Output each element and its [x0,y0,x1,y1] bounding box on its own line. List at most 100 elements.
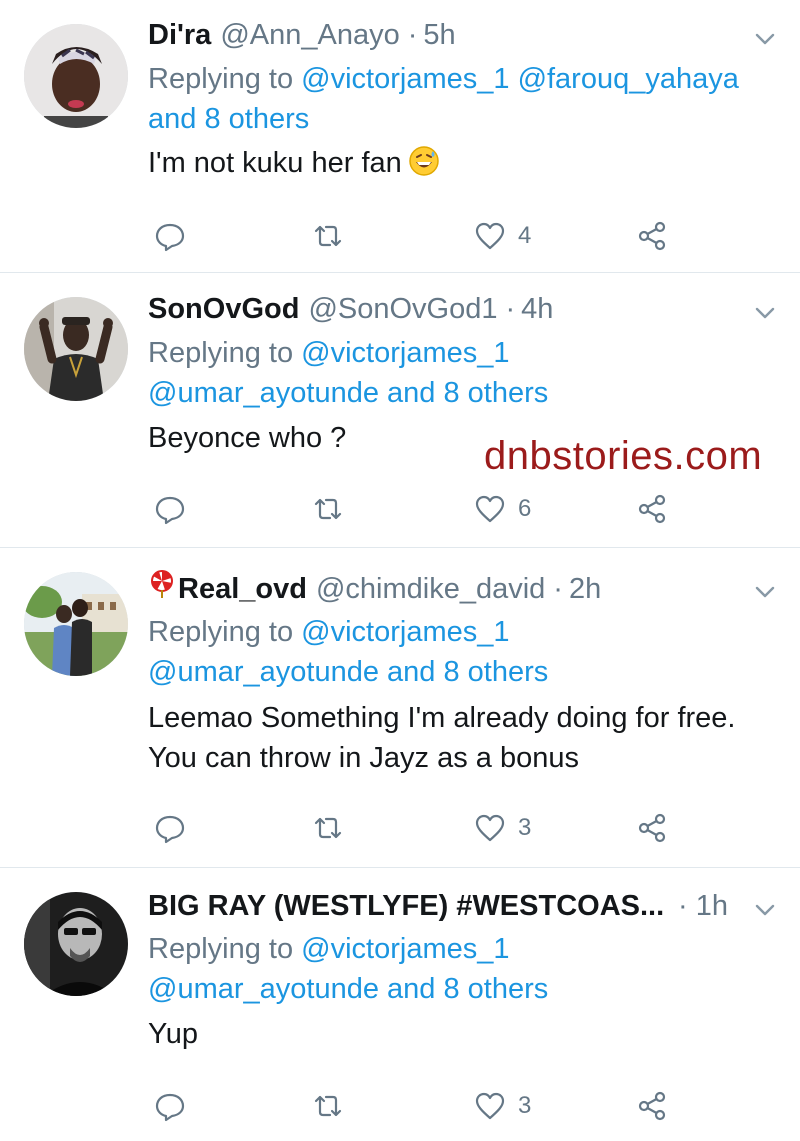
like-count: 3 [518,814,532,841]
retweet-button[interactable] [312,808,344,848]
mention-link[interactable]: @victorjames_1 [301,63,509,95]
display-name[interactable]: SonOvGod [148,291,299,327]
others-link[interactable]: and 8 others [387,973,548,1005]
mention-link[interactable]: @victorjames_1 [301,616,509,648]
heart-icon [475,222,505,250]
reply-icon [155,496,185,525]
tweet-time-group: · 1h [678,888,728,924]
separator: · [505,293,516,325]
share-icon [638,813,666,843]
retweet-icon [314,225,342,247]
like-count: 6 [518,495,532,522]
timestamp[interactable]: 4h [521,291,553,327]
avatar[interactable] [24,24,128,128]
mention-link[interactable]: @umar_ayotunde [148,377,379,409]
avatar[interactable] [24,297,128,401]
reply-button[interactable] [154,808,186,848]
tweet-text: Yup [148,1014,782,1054]
share-icon [638,494,666,524]
tweet-card[interactable]: SonOvGod @SonOvGod1 · 4h Replying to @vi… [0,273,800,548]
tweet-text: Leemao Something I'm already doing for f… [148,698,782,778]
replying-prefix: Replying to [148,616,294,648]
display-name[interactable]: BIG RAY (WESTLYFE) #WESTCOAS... [148,888,664,924]
like-count: 3 [518,1092,532,1119]
user-handle[interactable]: @Ann_Anayo [220,17,399,53]
display-name[interactable]: Di'ra [148,17,211,53]
tweet-text-content: I'm not kuku her fan [148,147,402,179]
heart-icon [475,495,505,523]
avatar[interactable] [24,572,128,676]
chevron-down-icon[interactable] [752,300,778,326]
share-button[interactable] [636,489,668,529]
reply-icon [155,223,185,252]
chevron-down-icon[interactable] [752,26,778,52]
heart-icon [475,1092,505,1120]
mention-link[interactable]: @victorjames_1 [301,933,509,965]
retweet-button[interactable] [312,216,344,256]
retweet-button[interactable] [312,489,344,529]
replying-prefix: Replying to [148,63,294,95]
tweet-card[interactable]: BIG RAY (WESTLYFE) #WESTCOAS... · 1h Rep… [0,868,800,1141]
like-count: 4 [518,222,532,249]
tweet-actions: 3 [0,808,800,848]
retweet-button[interactable] [312,1086,344,1126]
replying-prefix: Replying to [148,337,294,369]
replying-to: Replying to @victorjames_1 @umar_ayotund… [148,929,780,1009]
separator: · [407,19,418,51]
chevron-down-icon[interactable] [752,579,778,605]
pinwheel-emoji [151,570,173,598]
reply-icon [155,815,185,844]
tweet-text: I'm not kuku her fan [148,143,782,183]
user-handle[interactable]: @SonOvGod1 [308,291,497,327]
reply-icon [155,1093,185,1122]
others-link[interactable]: and 8 others [148,103,309,135]
others-link[interactable]: and 8 others [387,377,548,409]
replying-to: Replying to @victorjames_1 @farouq_yahay… [148,59,780,139]
share-icon [638,1091,666,1121]
like-button[interactable]: 4 [474,216,531,256]
tweet-header: SonOvGod @SonOvGod1 · 4h [148,291,740,327]
heart-icon [475,814,505,842]
mention-link[interactable]: @umar_ayotunde [148,973,379,1005]
share-button[interactable] [636,1086,668,1126]
retweet-icon [314,1095,342,1117]
retweet-icon [314,498,342,520]
user-handle[interactable]: @chimdike_david [316,571,545,607]
replying-prefix: Replying to [148,933,294,965]
reply-button[interactable] [154,216,186,256]
replying-to: Replying to @victorjames_1 @umar_ayotund… [148,333,780,413]
tweet-text-line: Leemao Something I'm already doing for f… [148,702,736,734]
avatar[interactable] [24,892,128,996]
display-name[interactable]: Real_ovd [178,571,307,607]
tweet-header: Di'ra @Ann_Anayo · 5h [148,17,740,53]
reply-button[interactable] [154,1086,186,1126]
tweet-header: Real_ovd @chimdike_david · 2h [148,570,740,607]
tweet-actions: 3 [0,1086,800,1126]
tweet-actions: 4 [0,216,800,256]
separator: · [678,890,688,922]
mention-link[interactable]: @victorjames_1 [301,337,509,369]
timestamp[interactable]: 1h [696,890,728,922]
chevron-down-icon[interactable] [752,897,778,923]
like-button[interactable]: 6 [474,489,531,529]
share-button[interactable] [636,808,668,848]
watermark-text: dnbstories.com [484,434,763,478]
reply-feed: Di'ra @Ann_Anayo · 5h Replying to @victo… [0,0,800,1141]
separator: · [553,573,563,605]
timestamp[interactable]: 5h [423,17,455,53]
others-link[interactable]: and 8 others [387,656,548,688]
tweet-text-content: Beyonce who ? [148,422,347,454]
tweet-header: BIG RAY (WESTLYFE) #WESTCOAS... [148,888,690,924]
tweet-card[interactable]: Di'ra @Ann_Anayo · 5h Replying to @victo… [0,0,800,273]
share-button[interactable] [636,216,668,256]
tweet-text-content: Yup [148,1018,198,1050]
like-button[interactable]: 3 [474,808,531,848]
mention-link[interactable]: @farouq_yahaya [518,63,739,95]
share-icon [638,221,666,251]
tweet-card[interactable]: Real_ovd @chimdike_david · 2h Replying t… [0,548,800,868]
timestamp[interactable]: 2h [569,571,601,607]
reply-button[interactable] [154,489,186,529]
tweet-actions: 6 [0,489,800,529]
mention-link[interactable]: @umar_ayotunde [148,656,379,688]
like-button[interactable]: 3 [474,1086,531,1126]
